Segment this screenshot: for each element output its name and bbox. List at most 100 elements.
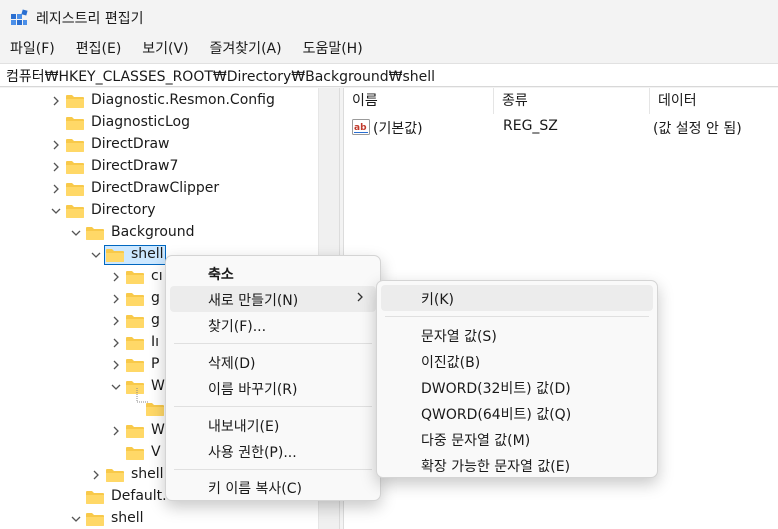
column-header-data[interactable]: 데이터 [650, 88, 778, 114]
folder-icon [66, 161, 84, 174]
submenu-item-qword-value[interactable]: QWORD(64비트) 값(Q) [381, 400, 653, 426]
submenu-item-dword-value[interactable]: DWORD(32비트) 값(D) [381, 374, 653, 400]
folder-icon [66, 139, 84, 152]
folder-icon [106, 249, 124, 262]
chevron-right-icon[interactable] [110, 420, 122, 442]
menu-item-permissions[interactable]: 사용 권한(P)... [170, 438, 376, 464]
registry-editor-icon [11, 9, 28, 25]
folder-icon [86, 513, 104, 526]
value-type: REG_SZ [503, 118, 558, 134]
menu-bar: 파일(F) 편집(E) 보기(V) 즐겨찾기(A) 도움말(H) [0, 36, 778, 62]
tree-node[interactable]: DirectDrawClipper [0, 178, 318, 200]
menu-help[interactable]: 도움말(H) [293, 36, 374, 62]
chevron-down-icon[interactable] [50, 200, 62, 222]
tree-node[interactable]: DirectDraw [0, 134, 318, 156]
tree-node-label: W [151, 422, 165, 438]
column-header-type[interactable]: 종류 [494, 88, 650, 114]
submenu-item-key[interactable]: 키(K) [381, 285, 653, 311]
tree-node-label: V [151, 444, 161, 460]
menu-separator [174, 343, 372, 344]
folder-icon [106, 469, 124, 482]
chevron-right-icon[interactable] [110, 266, 122, 288]
folder-icon [126, 337, 144, 350]
folder-icon [126, 271, 144, 284]
svg-text:ab: ab [354, 123, 367, 133]
menu-separator [174, 469, 372, 470]
tree-node-label: DirectDrawClipper [91, 180, 220, 196]
chevron-right-icon[interactable] [50, 90, 62, 112]
chevron-right-icon[interactable] [90, 464, 102, 486]
folder-icon [66, 205, 84, 218]
new-submenu: 키(K) 문자열 값(S) 이진값(B) DWORD(32비트) 값(D) QW… [376, 280, 658, 478]
folder-icon [126, 447, 144, 460]
address-bar[interactable]: 컴퓨터₩HKEY_CLASSES_ROOT₩Directory₩Backgrou… [0, 63, 778, 87]
tree-node[interactable]: shell [0, 508, 318, 529]
menu-edit[interactable]: 편집(E) [66, 36, 133, 62]
submenu-item-multi-string-value[interactable]: 다중 문자열 값(M) [381, 426, 653, 452]
tree-node-label: g [151, 290, 160, 306]
folder-icon [126, 315, 144, 328]
menu-item-rename[interactable]: 이름 바꾸기(R) [170, 375, 376, 401]
tree-node-label: shell [131, 466, 164, 482]
menu-item-copy-key-name[interactable]: 키 이름 복사(C) [170, 474, 376, 500]
string-value-icon: ab [352, 119, 370, 135]
tree-node[interactable]: Diagnostic.Resmon.Config [0, 90, 318, 112]
tree-node-label: DirectDraw [91, 136, 170, 152]
tree-node-label: Background [111, 224, 195, 240]
tree-node-label: shell [111, 510, 144, 526]
chevron-right-icon [357, 292, 363, 302]
tree-node-label: Default. [111, 488, 167, 504]
chevron-down-icon[interactable] [90, 244, 102, 266]
tree-node-label: shell [131, 246, 164, 262]
folder-icon [146, 403, 164, 416]
chevron-right-icon[interactable] [50, 134, 62, 156]
folder-icon [86, 227, 104, 240]
tree-node-label: P [151, 356, 160, 372]
folder-icon [66, 95, 84, 108]
submenu-item-string-value[interactable]: 문자열 값(S) [381, 322, 653, 348]
folder-icon [66, 117, 84, 130]
value-name: (기본값) [373, 121, 423, 137]
tree-node[interactable]: DiagnosticLog [0, 112, 318, 134]
chevron-down-icon[interactable] [110, 376, 122, 398]
window-title: 레지스트리 편집기 [36, 11, 144, 27]
menu-favorites[interactable]: 즐겨찾기(A) [200, 36, 293, 62]
menu-view[interactable]: 보기(V) [132, 36, 199, 62]
tree-node-background[interactable]: Background [0, 222, 318, 244]
tree-node-label: Diagnostic.Resmon.Config [91, 92, 275, 108]
tree-node-label: W [151, 378, 165, 394]
title-bar: 레지스트리 편집기 [0, 0, 778, 36]
submenu-item-expandable-string-value[interactable]: 확장 가능한 문자열 값(E) [381, 452, 653, 478]
chevron-right-icon[interactable] [50, 156, 62, 178]
menu-item-delete[interactable]: 삭제(D) [170, 349, 376, 375]
list-row[interactable]: ab (기본값) REG_SZ (값 설정 안 됨) [344, 116, 778, 138]
column-header-name[interactable]: 이름 [344, 88, 494, 114]
chevron-right-icon[interactable] [110, 354, 122, 376]
menu-item-new[interactable]: 새로 만들기(N) [170, 286, 376, 312]
tree-node-directory[interactable]: Directory [0, 200, 318, 222]
folder-icon [126, 293, 144, 306]
folder-icon [66, 183, 84, 196]
value-data: (값 설정 안 됨) [653, 121, 742, 137]
tree-node-label: Iı [151, 334, 160, 350]
chevron-right-icon[interactable] [110, 332, 122, 354]
folder-icon [86, 491, 104, 504]
tree-node-label: DirectDraw7 [91, 158, 179, 174]
folder-icon [126, 425, 144, 438]
chevron-down-icon[interactable] [70, 222, 82, 244]
menu-item-collapse[interactable]: 축소 [170, 260, 376, 286]
chevron-right-icon[interactable] [110, 310, 122, 332]
tree-node[interactable]: DirectDraw7 [0, 156, 318, 178]
chevron-right-icon[interactable] [110, 288, 122, 310]
tree-node-label: DiagnosticLog [91, 114, 190, 130]
chevron-down-icon[interactable] [70, 508, 82, 529]
chevron-right-icon[interactable] [50, 178, 62, 200]
menu-separator [174, 406, 372, 407]
submenu-item-binary-value[interactable]: 이진값(B) [381, 348, 653, 374]
menu-item-export[interactable]: 내보내기(E) [170, 412, 376, 438]
menu-file[interactable]: 파일(F) [0, 36, 66, 62]
tree-node-label: g [151, 312, 160, 328]
menu-item-find[interactable]: 찾기(F)... [170, 312, 376, 338]
menu-separator [385, 316, 649, 317]
address-path[interactable]: 컴퓨터₩HKEY_CLASSES_ROOT₩Directory₩Backgrou… [6, 66, 435, 86]
